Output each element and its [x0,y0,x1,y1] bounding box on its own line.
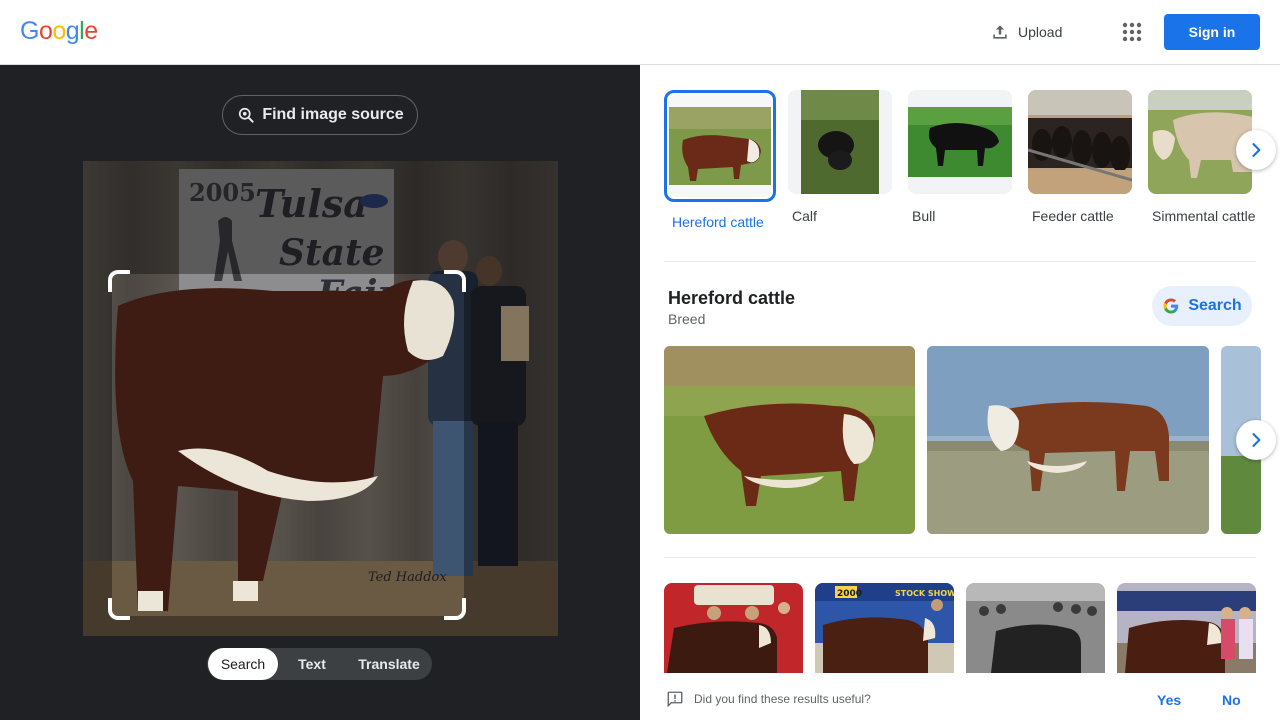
logo-letter: g [65,17,80,45]
chips-next-button[interactable] [1236,130,1276,170]
upload-button[interactable]: Upload [990,18,1062,46]
visual-match-4[interactable] [1117,583,1256,673]
banner-year: 2000 [837,589,862,599]
upload-label: Upload [1018,24,1063,40]
lens-search-icon [239,107,254,123]
related-chip-hereford[interactable]: Hereford cattle [664,90,776,232]
chevron-right-icon [1252,143,1261,157]
knowledge-search-label: Search [1188,297,1242,314]
apps-grid-icon [1122,22,1142,42]
chip-thumbnail [669,95,771,197]
find-image-source-button[interactable]: Find image source [222,95,418,135]
find-image-source-label: Find image source [262,106,404,123]
chip-label: Feeder cattle [1032,208,1114,224]
knowledge-search-button[interactable]: Search [1152,286,1252,326]
upload-icon [993,25,1007,39]
images-next-button[interactable] [1236,420,1276,460]
google-logo[interactable]: Google [20,17,98,46]
crop-selection-frame[interactable] [108,270,466,620]
related-chip-bull[interactable]: Bull [908,90,1018,226]
mode-tabs: Search Text Translate [207,648,432,680]
tab-search[interactable]: Search [208,648,278,680]
logo-letter: G [20,17,39,45]
banner-text: STOCK SHOW [895,589,954,598]
crop-handle-top-left[interactable] [108,270,130,292]
visual-match-2[interactable]: 2000 STOCK SHOW [815,583,954,673]
related-chip-calf[interactable]: Calf [788,90,898,226]
knowledge-image-2[interactable] [927,346,1209,534]
top-bar: Google Upload Sign in [0,0,1280,65]
knowledge-title: Hereford cattle [668,288,796,308]
results-pane: Hereford cattle Calf Bull Feeder cattle … [640,65,1280,720]
chip-label: Hereford cattle [672,214,764,230]
chip-label: Bull [912,208,936,224]
visual-match-3[interactable] [966,583,1105,673]
sign-in-button[interactable]: Sign in [1164,14,1260,50]
google-g-icon [1163,298,1179,314]
crop-handle-top-right[interactable] [444,270,466,292]
divider [664,261,1256,262]
logo-letter: e [84,17,98,45]
logo-letter: o [52,17,66,45]
knowledge-image-1[interactable] [664,346,915,534]
feedback-yes-button[interactable]: Yes [1157,688,1181,712]
visual-match-1[interactable] [664,583,803,673]
chip-label: Simmental cattle [1152,208,1256,224]
chip-thumbnail [788,90,892,194]
related-chip-feeder-cattle[interactable]: Feeder cattle [1028,90,1138,226]
knowledge-subtitle: Breed [668,311,706,327]
crop-handle-bottom-left[interactable] [108,598,130,620]
chevron-right-icon [1252,433,1261,447]
tab-translate[interactable]: Translate [346,648,432,680]
feedback-icon [667,691,683,708]
query-pane: Find image source 2005 Tulsa State Fai [0,65,640,720]
tab-text[interactable]: Text [278,648,346,680]
chip-label: Calf [792,208,817,224]
divider [664,557,1256,558]
feedback-no-button[interactable]: No [1222,688,1241,712]
chip-thumbnail [1028,90,1132,194]
feedback-bar: Did you find these results useful? Yes N… [640,680,1280,720]
crop-handle-bottom-right[interactable] [444,598,466,620]
logo-letter: o [38,17,53,45]
chip-thumbnail [908,90,1012,194]
apps-button[interactable] [1120,20,1144,44]
feedback-question: Did you find these results useful? [694,692,871,706]
